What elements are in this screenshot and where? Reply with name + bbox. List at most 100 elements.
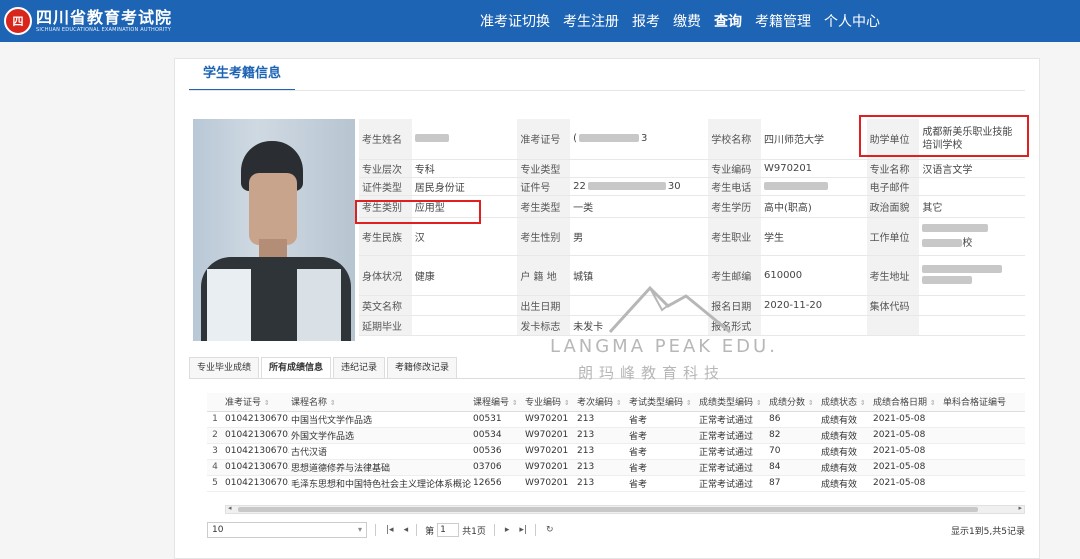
tab-record-changes[interactable]: 考籍修改记录 [387,357,458,378]
pager-divider [416,524,418,536]
empty-value [919,315,1025,336]
cell-score-type: 正常考试通过 [697,475,767,492]
job-value: 学生 [760,217,867,256]
row-index: 1 [207,411,223,428]
cell-major-code: W970201 [523,427,575,444]
page-size-value: 10 [212,525,224,535]
cell-ticket: 010421306703 [223,459,289,476]
major-type-label: 专业类型 [517,159,571,178]
nav-record-management[interactable]: 考籍管理 [755,11,811,31]
cell-major-code: W970201 [523,475,575,492]
id-type-label: 证件类型 [359,177,412,196]
table-row[interactable]: 2 010421306703 外国文学作品选 00534 W970201 213… [207,427,1025,444]
assist-unit-highlight [859,115,1029,157]
col-session-code[interactable]: 考次编码 ⇕ [575,393,627,412]
last-page-icon[interactable]: ▸| [519,525,527,535]
postcode-label: 考生邮编 [708,255,761,296]
col-pass-date[interactable]: 成绩合格日期 ⇕ [871,393,941,412]
pagination-bar: 10 ▾ |◂ ◂ 第 1 共1页 ▸ ▸| ↻ 显示1到5,共5记录 [207,520,1025,540]
cell-certificate [941,475,1025,492]
page-number-input[interactable]: 1 [437,523,460,537]
nav-apply[interactable]: 报考 [632,11,660,31]
nav-query[interactable]: 查询 [714,11,742,31]
cell-status: 成绩有效 [819,411,871,428]
id-type-value: 居民身份证 [411,177,518,196]
table-row[interactable]: 1 010421306703 中国当代文学作品选 00531 W970201 2… [207,411,1025,428]
phone-value [760,177,867,196]
cell-pass-date: 2021-05-08 [871,411,941,428]
group-code-label: 集体代码 [866,295,920,316]
pager-summary: 显示1到5,共5记录 [950,526,1025,537]
cell-ticket: 010421306703 [223,443,289,460]
reg-form-label: 报名形式 [708,315,761,336]
birth-label: 出生日期 [517,295,571,316]
cell-score-type: 正常考试通过 [697,459,767,476]
col-exam-type[interactable]: 考试类型编码 ⇕ [627,393,697,412]
ticket-value-start: ( [573,133,578,145]
col-ticket[interactable]: 准考证号 ⇕ [223,393,289,412]
cell-session-code: 213 [575,411,627,428]
redacted-work-unit [922,224,989,232]
nav-personal-center[interactable]: 个人中心 [824,11,880,31]
cell-score: 70 [767,443,819,460]
table-row[interactable]: 5 010421306703 毛泽东思想和中国特色社会主义理论体系概论 1265… [207,475,1025,492]
horizontal-scrollbar[interactable]: ◂ ▸ [225,504,1025,514]
page-prefix: 第 [425,526,435,537]
cell-status: 成绩有效 [819,475,871,492]
scores-table: 准考证号 ⇕ 课程名称 ⇕ 课程编号 ⇕ 专业编码 ⇕ 考次编码 ⇕ 考试类型编… [207,393,1025,492]
cell-exam-type: 省考 [627,427,697,444]
row-index: 4 [207,459,223,476]
tab-violation-records[interactable]: 违纪记录 [333,357,386,378]
cell-course-code: 03706 [471,459,523,476]
email-value [919,177,1025,196]
scroll-thumb[interactable] [238,507,978,512]
scroll-right-icon[interactable]: ▸ [1018,504,1022,512]
site-logo[interactable]: 四 四川省教育考试院 SICHUAN EDUCATIONAL EXAMINATI… [4,6,172,36]
work-unit-end: 校 [962,238,973,249]
scroll-left-icon[interactable]: ◂ [228,504,232,512]
page-size-select[interactable]: 10 ▾ [207,522,367,538]
col-course-name[interactable]: 课程名称 ⇕ [289,393,471,412]
page-title[interactable]: 学生考籍信息 [189,59,296,91]
cell-session-code: 213 [575,475,627,492]
school-value: 四川师范大学 [760,119,867,160]
job-label: 考生职业 [708,217,761,256]
id-number-start: 22 [573,180,586,192]
row-index: 2 [207,427,223,444]
cell-ticket: 010421306703 [223,411,289,428]
first-page-icon[interactable]: |◂ [386,525,394,535]
col-status[interactable]: 成绩状态 ⇕ [819,393,871,412]
cell-course-code: 12656 [471,475,523,492]
nav-payment[interactable]: 缴费 [673,11,701,31]
col-certificate[interactable]: 单科合格证编号 [941,393,1025,412]
level-value: 专科 [411,159,518,178]
table-row[interactable]: 4 010421306703 思想道德修养与法律基础 03706 W970201… [207,459,1025,476]
work-unit-label: 工作单位 [866,217,920,256]
cell-course-code: 00534 [471,427,523,444]
refresh-icon[interactable]: ↻ [546,525,554,535]
cell-status: 成绩有效 [819,459,871,476]
col-major-code[interactable]: 专业编码 ⇕ [523,393,575,412]
name-label: 考生姓名 [359,119,412,160]
redacted-id-number [587,181,666,190]
col-score[interactable]: 成绩分数 ⇕ [767,393,819,412]
gender-value: 男 [570,217,709,256]
cell-course-code: 00536 [471,443,523,460]
tab-all-scores[interactable]: 所有成绩信息 [261,357,332,378]
empty-label [866,315,920,336]
table-row[interactable]: 3 010421306703 古代汉语 00536 W970201 213 省考… [207,443,1025,460]
col-course-code[interactable]: 课程编号 ⇕ [471,393,523,412]
nav-ticket-switch[interactable]: 准考证切换 [480,11,550,31]
row-index: 5 [207,475,223,492]
education-value: 高中(职高) [760,195,867,218]
col-score-type[interactable]: 成绩类型编码 ⇕ [697,393,767,412]
nav-register[interactable]: 考生注册 [563,11,619,31]
prev-page-icon[interactable]: ◂ [404,525,409,535]
logo-title: 四川省教育考试院 [36,7,173,27]
next-page-icon[interactable]: ▸ [505,525,510,535]
tab-major-graduation-scores[interactable]: 专业毕业成绩 [189,357,260,378]
address-label: 考生地址 [866,255,920,296]
cell-course-name: 毛泽东思想和中国特色社会主义理论体系概论 [289,475,471,492]
politics-label: 政治面貌 [866,195,920,218]
redacted-address [922,265,1003,273]
